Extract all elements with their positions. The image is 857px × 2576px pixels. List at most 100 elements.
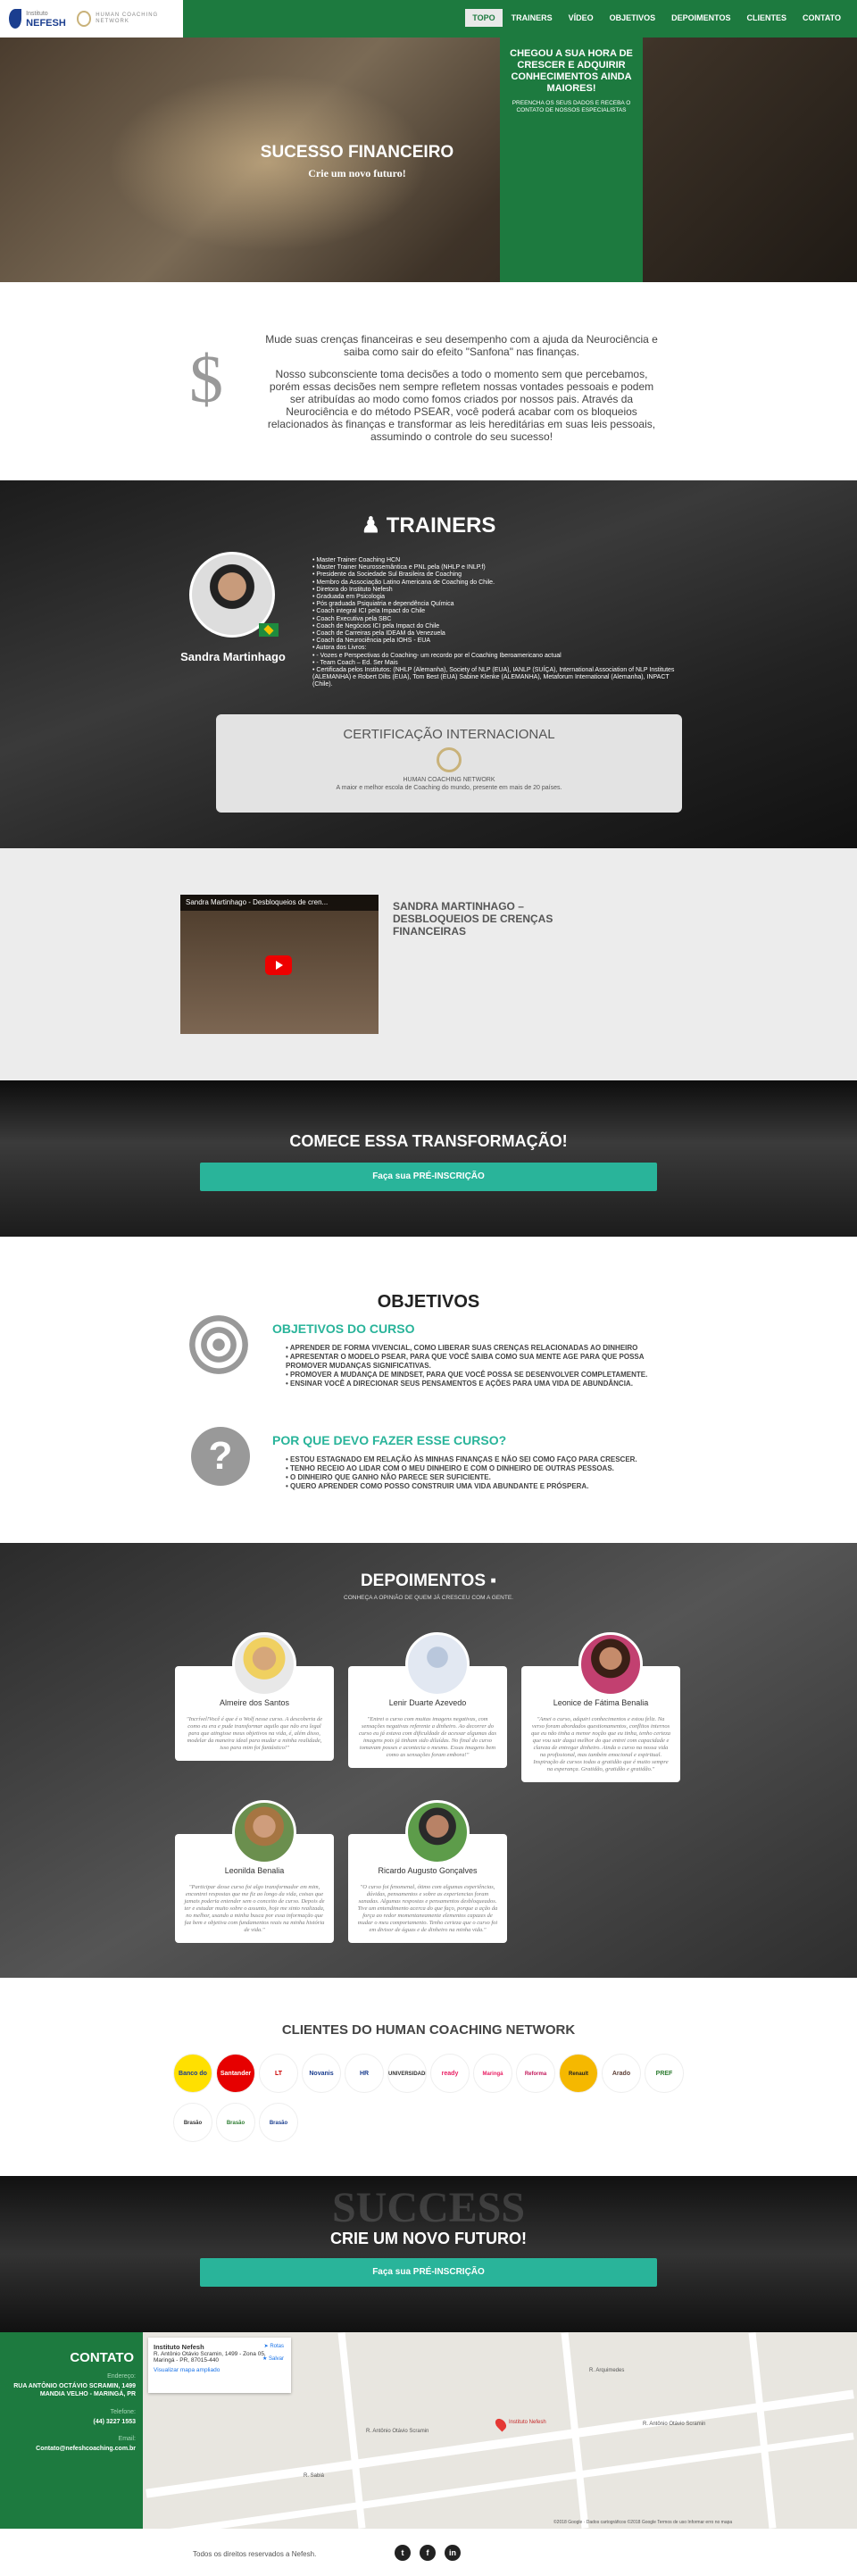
partner-text: HUMAN COACHING NETWORK	[96, 13, 159, 24]
video-player[interactable]: Sandra Martinhago - Desbloqueios de cren…	[180, 895, 379, 1034]
footer: Todos os direitos reservados a Nefesh. t…	[0, 2529, 857, 2576]
map-street-label: R. Antônio Otávio Scramin	[366, 2429, 429, 2434]
credential-item: Autora dos Livros:	[312, 645, 687, 652]
cert-logo-text: HUMAN COACHING NETWORK	[403, 777, 495, 783]
client-logo: Reforma	[516, 2054, 555, 2093]
twitter-icon[interactable]: t	[395, 2545, 411, 2561]
objetivo-item: APRENDER DE FORMA VIVENCIAL, COMO LIBERA…	[286, 1344, 678, 1353]
map-street-label: R. Sabiá	[304, 2473, 325, 2479]
porque-item: O DINHEIRO QUE GANHO NÃO PARECE SER SUFI…	[286, 1473, 678, 1482]
avatar	[405, 1800, 470, 1864]
logo-brand: NEFESH	[26, 18, 66, 29]
trainers-section: ♟ TRAINERS Sandra Martinhago Master Trai…	[0, 480, 857, 848]
nav-objetivos[interactable]: OBJETIVOS	[603, 9, 663, 27]
credential-item: Master Trainer Neurossemântica e PNL pel…	[312, 564, 687, 571]
futuro-section: SUCCESS CRIE UM NOVO FUTURO! Faça sua PR…	[0, 2176, 857, 2332]
financeiro-intro: Mude suas crenças financeiras e seu dese…	[265, 333, 658, 358]
futuro-background-word: SUCCESS	[331, 2184, 526, 2231]
map-larger-link[interactable]: Visualizar mapa ampliado	[154, 2367, 286, 2373]
testimonial-card: Leonice de Fátima Benalia "Amei o curso,…	[521, 1632, 680, 1782]
objetivo-item: PROMOVER A MUDANÇA DE MINDSET, PARA QUE …	[286, 1371, 678, 1380]
financeiro-text: Nosso subconsciente toma decisões a todo…	[267, 368, 656, 443]
objetivos-section: OBJETIVOS OBJETIVOS DO CURSO APRENDER DE…	[0, 1237, 857, 1543]
linkedin-icon[interactable]: in	[445, 2545, 461, 2561]
logo[interactable]: Instituto NEFESH HUMAN COACHING NETWORK	[0, 0, 183, 38]
porque-title: POR QUE DEVO FAZER ESSE CURSO?	[272, 1433, 507, 1447]
credential-item: Master Trainer Coaching HCN	[312, 557, 687, 564]
nefesh-logo-icon	[9, 9, 22, 29]
credential-item: Coach de Carreiras pela IDEAM da Venezue…	[312, 630, 687, 638]
map-street-label: R. Antônio Otávio Scramin	[643, 2422, 706, 2427]
form-text: PREENCHA OS SEUS DADOS E RECEBA O CONTAT…	[512, 100, 631, 113]
play-icon[interactable]	[265, 955, 292, 975]
nav-contato[interactable]: CONTATO	[795, 9, 848, 27]
testimonial-text: "Participar desse curso foi algo transfo…	[184, 1884, 325, 1933]
certification-box: CERTIFICAÇÃO INTERNACIONAL HUMAN COACHIN…	[216, 714, 682, 813]
client-logo: Banco do Brasil	[173, 2054, 212, 2093]
futuro-title: CRIE UM NOVO FUTURO!	[330, 2230, 527, 2247]
map-road	[337, 2332, 366, 2529]
nav-clientes[interactable]: CLIENTES	[739, 9, 794, 27]
copyright: Todos os direitos reservados a Nefesh.	[193, 2550, 317, 2558]
client-logo: Brasão	[173, 2103, 212, 2142]
map-attribution: ©2018 Google · Dados cartográficos ©2018…	[553, 2520, 733, 2525]
testimonial-text: "Amei o curso, adquiri conhecimentos e e…	[531, 1716, 670, 1772]
map-route-button[interactable]: ➤ Rotas	[264, 2343, 284, 2349]
credential-item: Coach de Negócios ICI pela Impact do Chi…	[312, 623, 687, 630]
credential-item: Diretora do Instituto Nefesh	[312, 587, 687, 594]
speech-bubble-icon: ▪	[490, 1571, 497, 1590]
avatar	[232, 1800, 296, 1864]
client-logo: Arado	[602, 2054, 641, 2093]
depoimentos-title-text: DEPOIMENTOS	[360, 1571, 487, 1590]
human-coaching-logo-icon	[76, 11, 92, 27]
map-save-button[interactable]: ★ Salvar	[262, 2355, 284, 2362]
depoimentos-title: DEPOIMENTOS ▪	[0, 1571, 857, 1591]
nav-topo[interactable]: TOPO	[465, 9, 503, 27]
form-title: CHEGOU A SUA HORA DE CRESCER E ADQUIRIR …	[510, 48, 633, 94]
credential-item: Coach integral ICI pela Impact do Chile	[312, 608, 687, 615]
trainer-credentials: Master Trainer Coaching HCN Master Train…	[312, 557, 687, 689]
avatar	[405, 1632, 470, 1696]
client-logo: HR	[345, 2054, 384, 2093]
client-logo: Brasão	[259, 2103, 298, 2142]
testimonial-name: Ricardo Augusto Gonçalves	[378, 1866, 478, 1875]
nav-depoimentos[interactable]: DEPOIMENTOS	[664, 9, 737, 27]
client-logo: ready	[430, 2054, 470, 2093]
page: Instituto NEFESH HUMAN COACHING NETWORK …	[0, 0, 857, 2576]
credential-item: Membro da Associação Latino Americana de…	[312, 579, 687, 587]
map[interactable]: Instituto Nefesh R. Antônio Otávio Scram…	[143, 2332, 857, 2539]
objetivos-title: OBJETIVOS	[377, 1292, 480, 1312]
email-value[interactable]: Contato@nefeshcoaching.com.br	[9, 2445, 136, 2453]
client-logo: Santander	[216, 2054, 255, 2093]
telefone-label: Telefone:	[110, 2409, 136, 2415]
nav-video[interactable]: VÍDEO	[562, 9, 601, 27]
contato-title: CONTATO	[70, 2350, 134, 2365]
facebook-icon[interactable]: f	[420, 2545, 436, 2561]
client-logo: Maringá	[473, 2054, 512, 2093]
dollar-icon: $	[189, 342, 223, 417]
preinscricao-button[interactable]: Faça sua PRÉ-INSCRIÇÃO	[200, 1163, 657, 1191]
credential-item: - Vozes e Perspectivas do Coaching- um r…	[312, 653, 687, 660]
testimonial-text: "O curso foi fenomenal, ótimo com alguma…	[357, 1884, 498, 1933]
video-section: Sandra Martinhago - Desbloqueios de cren…	[0, 848, 857, 1080]
objetivo-item: APRESENTAR O MODELO PSEAR, PARA QUE VOCÊ…	[286, 1353, 678, 1371]
map-route-label: Rotas	[270, 2344, 284, 2349]
credential-item: Presidente da Sociedade Sul Brasileira d…	[312, 571, 687, 579]
trainers-title-text: TRAINERS	[386, 513, 496, 538]
signup-form-panel[interactable]: CHEGOU A SUA HORA DE CRESCER E ADQUIRIR …	[500, 38, 643, 282]
objetivos-list: APRENDER DE FORMA VIVENCIAL, COMO LIBERA…	[286, 1344, 678, 1388]
client-logo: UNIVERSIDADE	[387, 2054, 427, 2093]
video-title: SANDRA MARTINHAGO – DESBLOQUEIOS DE CREN…	[393, 900, 553, 938]
testimonial-text: "Entrei o curso com muitas imagens negat…	[359, 1716, 496, 1758]
nav-trainers[interactable]: TRAINERS	[504, 9, 560, 27]
map-pin-icon[interactable]	[493, 2416, 509, 2432]
preinscricao-button[interactable]: Faça sua PRÉ-INSCRIÇÃO	[200, 2258, 657, 2287]
map-road	[146, 2432, 854, 2539]
email-label: Email:	[118, 2436, 136, 2442]
client-logo: LT	[259, 2054, 298, 2093]
video-title-bar: Sandra Martinhago - Desbloqueios de cren…	[180, 895, 379, 911]
depoimentos-section: DEPOIMENTOS ▪ CONHEÇA A OPINIÃO DE QUEM …	[0, 1543, 857, 1978]
credential-item: Coach Executiva pela SBC	[312, 616, 687, 623]
user-icon: ♟	[361, 513, 387, 538]
hero-subtitle: Crie um novo futuro!	[308, 167, 406, 179]
